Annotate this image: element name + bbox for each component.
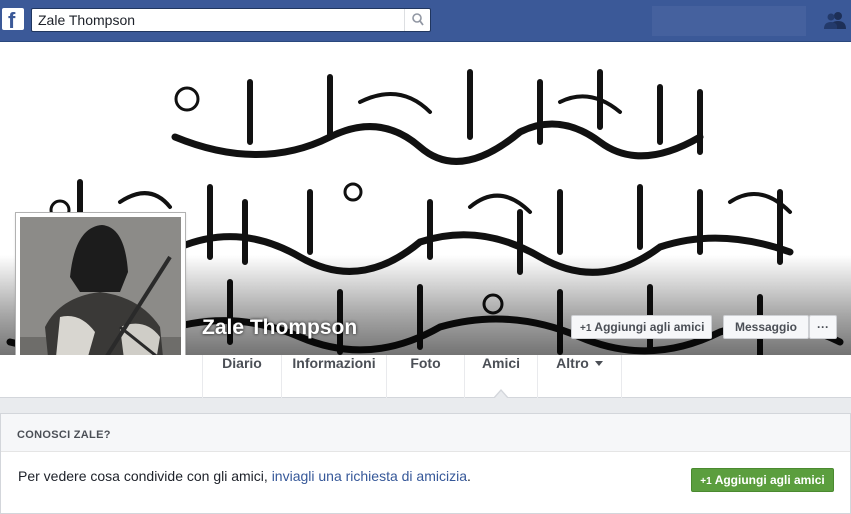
search-box[interactable] bbox=[31, 8, 431, 32]
add-friend-button[interactable]: +1 Aggiungi agli amici bbox=[571, 315, 712, 339]
person-silhouette-image bbox=[20, 217, 181, 377]
card-header: CONOSCI ZALE? bbox=[1, 414, 850, 452]
top-navigation-bar: f bbox=[0, 0, 851, 42]
card-text-prefix: Per vedere cosa condivide con gli amici, bbox=[18, 468, 272, 484]
add-friend-label: Aggiungi agli amici bbox=[594, 320, 705, 334]
timeline-nav: Diario Informazioni Foto Amici Altro bbox=[0, 355, 851, 398]
friend-requests-icon[interactable] bbox=[824, 11, 846, 29]
friend-request-card: CONOSCI ZALE? Per vedere cosa condivide … bbox=[0, 413, 851, 514]
search-input[interactable] bbox=[38, 12, 398, 28]
card-text-suffix: . bbox=[467, 468, 471, 484]
chevron-down-icon bbox=[594, 361, 603, 366]
search-icon bbox=[412, 13, 424, 26]
message-button[interactable]: Messaggio bbox=[723, 315, 809, 339]
profile-name[interactable]: Zale Thompson bbox=[202, 316, 357, 340]
active-tab-indicator-inner bbox=[494, 391, 508, 399]
profile-photo bbox=[20, 217, 181, 377]
tab-altro-label: Altro bbox=[556, 355, 589, 371]
card-text: Per vedere cosa condivide con gli amici,… bbox=[18, 468, 471, 484]
top-right-placeholder bbox=[652, 6, 806, 36]
add-friend-icon: +1 bbox=[580, 323, 592, 334]
tab-informazioni[interactable]: Informazioni bbox=[281, 355, 386, 398]
facebook-logo-icon[interactable]: f bbox=[2, 8, 24, 33]
add-friend-green-button[interactable]: +1 Aggiungi agli amici bbox=[691, 468, 834, 492]
card-title: CONOSCI ZALE? bbox=[17, 429, 111, 441]
tab-foto[interactable]: Foto bbox=[386, 355, 464, 398]
search-button[interactable] bbox=[404, 9, 430, 31]
add-friend-green-icon: +1 bbox=[700, 476, 712, 487]
add-friend-green-label: Aggiungi agli amici bbox=[714, 473, 825, 487]
tab-altro[interactable]: Altro bbox=[537, 355, 622, 398]
more-options-button[interactable]: ··· bbox=[809, 315, 837, 339]
send-friend-request-link[interactable]: inviagli una richiesta di amicizia bbox=[272, 468, 467, 484]
tab-diario[interactable]: Diario bbox=[202, 355, 281, 398]
